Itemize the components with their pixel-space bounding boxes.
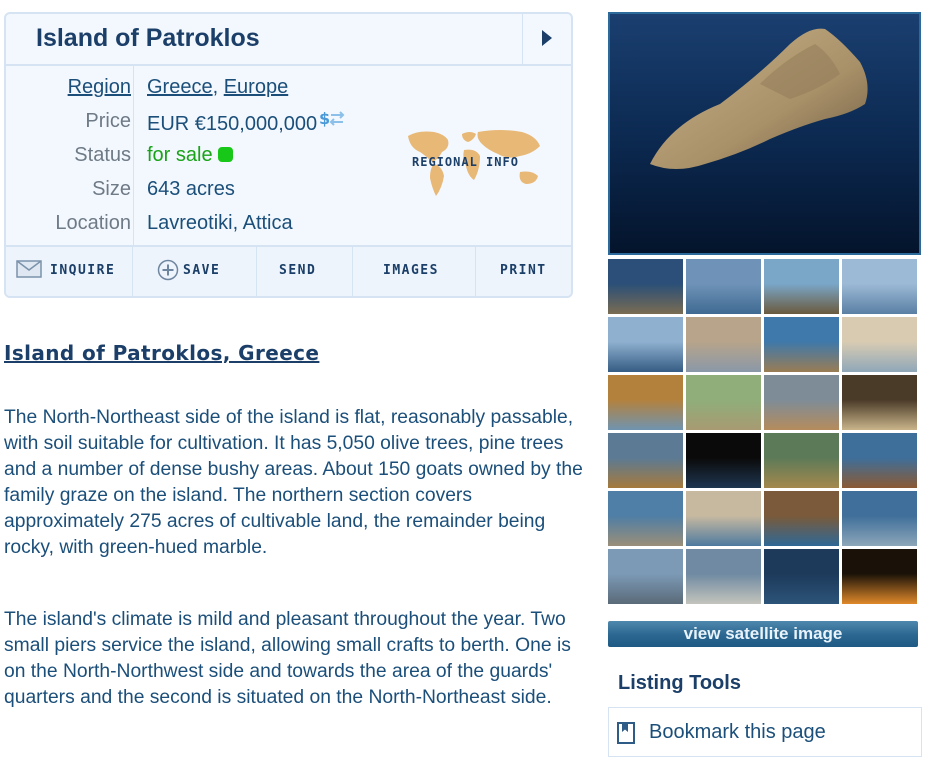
listing-tools-title: Listing Tools bbox=[618, 672, 741, 694]
gallery-thumbnail[interactable] bbox=[686, 259, 761, 314]
gallery-thumbnail[interactable] bbox=[686, 317, 761, 372]
location-value: Lavreotiki, Attica bbox=[147, 212, 293, 234]
listing-title: Island of Patroklos bbox=[36, 24, 260, 52]
gallery-thumbnail[interactable] bbox=[608, 375, 683, 430]
size-row: Size 643 acres bbox=[6, 171, 446, 205]
status-value-wrap: for sale bbox=[147, 144, 233, 167]
save-button[interactable]: SAVE bbox=[133, 247, 257, 296]
price-value: EUR €150,000,000 bbox=[147, 113, 318, 135]
svg-text:$: $ bbox=[319, 110, 330, 128]
print-label: PRINT bbox=[500, 263, 547, 278]
send-label: SEND bbox=[279, 263, 317, 278]
currency-convert-icon[interactable]: $ bbox=[319, 109, 345, 134]
gallery-thumbnail[interactable] bbox=[842, 317, 917, 372]
next-listing-button[interactable] bbox=[522, 14, 571, 64]
size-value: 643 acres bbox=[147, 178, 235, 200]
island-aerial-image bbox=[610, 14, 919, 253]
region-continent-link[interactable]: Europe bbox=[224, 76, 289, 98]
region-separator: , bbox=[212, 76, 224, 98]
gallery-thumbnail[interactable] bbox=[842, 259, 917, 314]
gallery-thumbnail[interactable] bbox=[842, 433, 917, 488]
regional-info-label: REGIONAL INFO bbox=[412, 155, 519, 169]
article-paragraph-2: The island's climate is mild and pleasan… bbox=[4, 609, 571, 708]
gallery-thumbnail[interactable] bbox=[686, 491, 761, 546]
status-value: for sale bbox=[147, 144, 213, 166]
main-island-photo[interactable] bbox=[608, 12, 921, 255]
location-label: Location bbox=[55, 212, 131, 234]
status-label: Status bbox=[74, 144, 131, 166]
region-label-link[interactable]: Region bbox=[68, 76, 131, 99]
region-value: Greece, Europe bbox=[147, 76, 288, 99]
price-value-wrap: EUR €150,000,000 $ bbox=[147, 109, 345, 136]
gallery-thumbnail[interactable] bbox=[764, 433, 839, 488]
gallery-thumbnail[interactable] bbox=[686, 433, 761, 488]
send-button[interactable]: SEND bbox=[257, 247, 353, 296]
images-button[interactable]: IMAGES bbox=[353, 247, 476, 296]
gallery-thumbnail[interactable] bbox=[764, 317, 839, 372]
listing-tools-box: Bookmark this page bbox=[608, 707, 922, 757]
gallery-thumbnail[interactable] bbox=[608, 433, 683, 488]
images-label: IMAGES bbox=[383, 263, 439, 278]
article-title-link[interactable]: Island of Patroklos, Greece bbox=[4, 341, 319, 365]
listing-info-panel: Island of Patroklos Region Greece, Europ… bbox=[4, 12, 573, 298]
gallery-thumbnail[interactable] bbox=[764, 375, 839, 430]
listing-details: Region Greece, Europe Price EUR €150,000… bbox=[6, 66, 571, 250]
inquire-button[interactable]: INQUIRE bbox=[6, 247, 133, 296]
panel-header: Island of Patroklos bbox=[6, 14, 571, 66]
status-row: Status for sale bbox=[6, 137, 446, 171]
gallery-thumbnail[interactable] bbox=[842, 491, 917, 546]
size-label: Size bbox=[92, 178, 131, 200]
thumbnail-gallery bbox=[608, 259, 920, 605]
bookmark-icon bbox=[617, 722, 635, 744]
gallery-thumbnail[interactable] bbox=[608, 549, 683, 604]
gallery-thumbnail[interactable] bbox=[608, 259, 683, 314]
play-arrow-icon bbox=[542, 30, 552, 46]
price-row: Price EUR €150,000,000 $ bbox=[6, 103, 446, 137]
save-label: SAVE bbox=[183, 263, 221, 278]
article-paragraph-1: The North-Northeast side of the island i… bbox=[4, 407, 583, 558]
gallery-thumbnail[interactable] bbox=[842, 375, 917, 430]
listing-toolbar: INQUIRE SAVE SEND IMAGES PRINT bbox=[6, 245, 571, 296]
bookmark-label: Bookmark this page bbox=[649, 721, 826, 743]
plus-circle-icon bbox=[157, 259, 179, 281]
location-row: Location Lavreotiki, Attica bbox=[6, 205, 446, 239]
view-satellite-image-button[interactable]: view satellite image bbox=[608, 621, 918, 647]
for-sale-indicator-icon bbox=[217, 147, 233, 162]
gallery-thumbnail[interactable] bbox=[608, 317, 683, 372]
region-row: Region Greece, Europe bbox=[6, 69, 446, 103]
gallery-thumbnail[interactable] bbox=[608, 491, 683, 546]
gallery-thumbnail[interactable] bbox=[764, 491, 839, 546]
gallery-thumbnail[interactable] bbox=[686, 375, 761, 430]
gallery-thumbnail[interactable] bbox=[764, 549, 839, 604]
gallery-thumbnail[interactable] bbox=[842, 549, 917, 604]
gallery-thumbnail[interactable] bbox=[764, 259, 839, 314]
envelope-icon bbox=[16, 260, 42, 278]
region-country-link[interactable]: Greece bbox=[147, 76, 213, 98]
print-button[interactable]: PRINT bbox=[476, 247, 571, 296]
price-label: Price bbox=[85, 110, 131, 132]
regional-info-button[interactable]: REGIONAL INFO bbox=[404, 126, 549, 200]
inquire-label: INQUIRE bbox=[50, 263, 116, 278]
gallery-thumbnail[interactable] bbox=[686, 549, 761, 604]
